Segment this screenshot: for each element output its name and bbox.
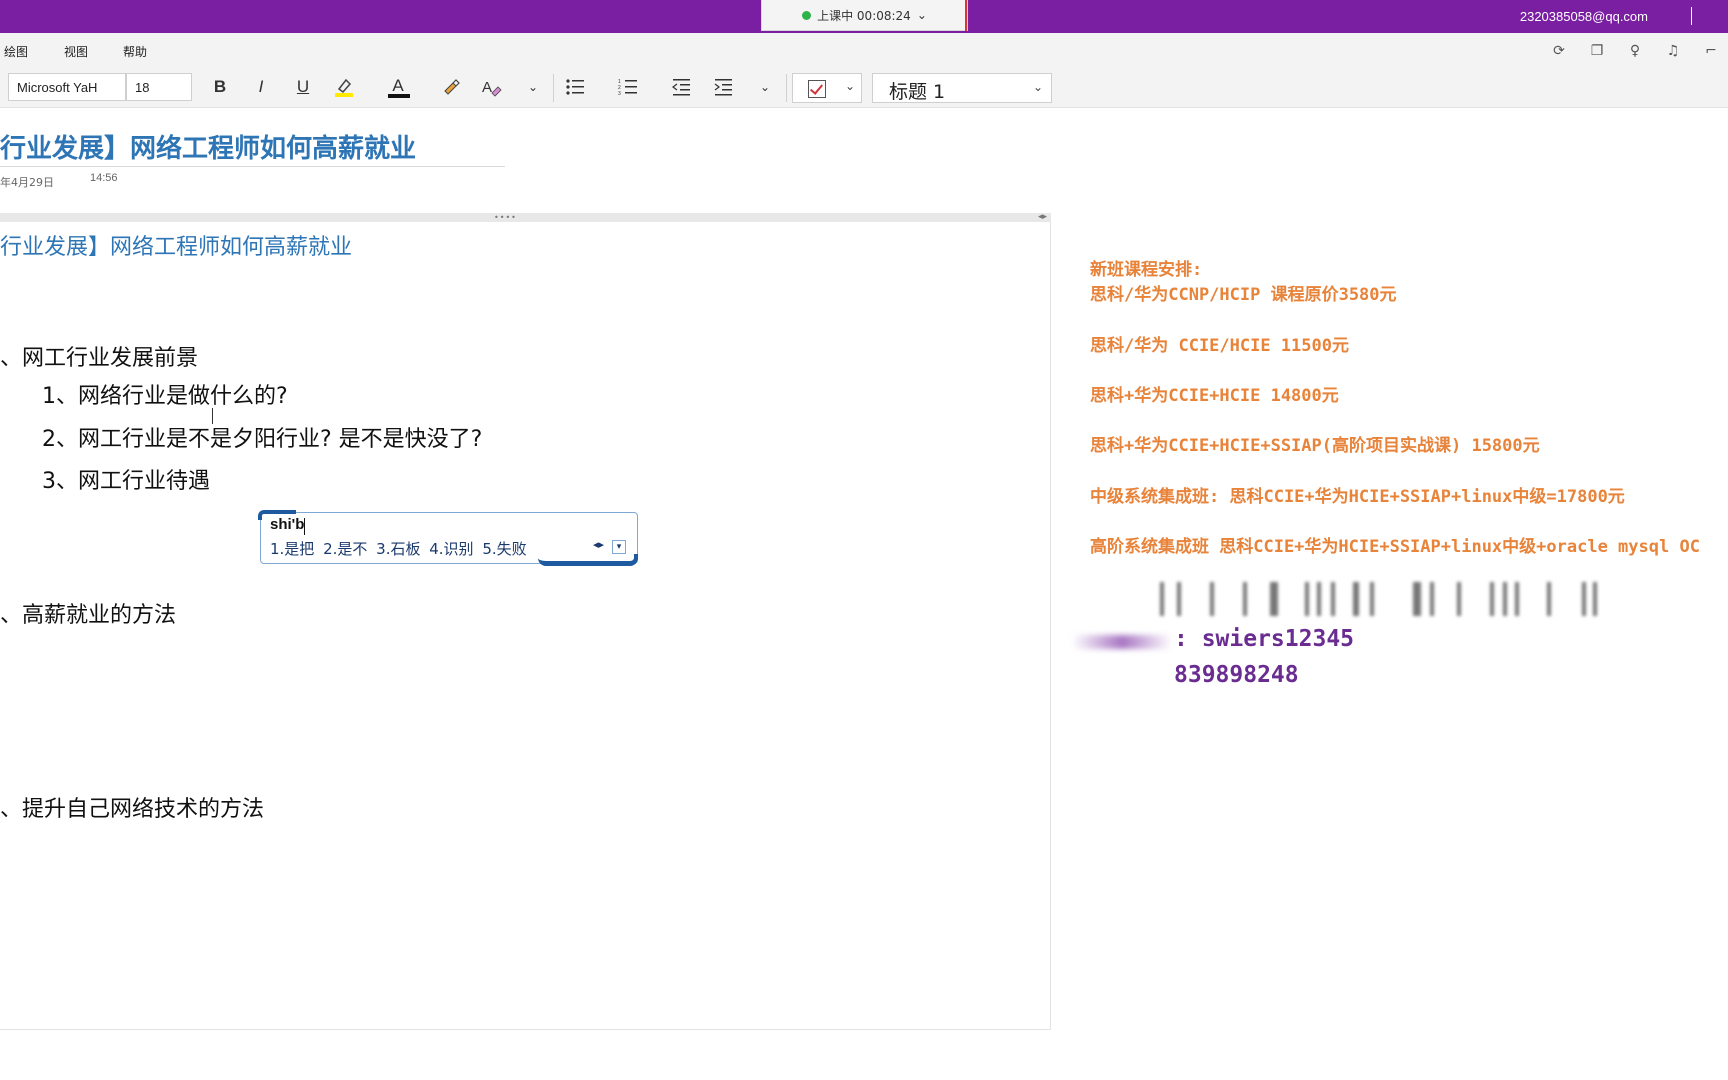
font-color-glyph: A xyxy=(392,76,404,95)
blurred-redaction xyxy=(1072,635,1172,649)
title-bar: 上课中 00:08:24 ⌄ 2320385058@qq.com xyxy=(0,0,1728,33)
menu-view[interactable]: 视图 xyxy=(64,43,88,60)
course-line[interactable]: 思科+华为CCIE+HCIE+SSIAP(高阶项目实战课) 15800元 xyxy=(1090,431,1540,456)
pill-edge xyxy=(965,0,967,31)
note-heading[interactable]: 行业发展】网络工程师如何高薪就业 xyxy=(0,229,352,261)
outline-sub-item-1[interactable]: 1、网络行业是做什么的? xyxy=(42,378,288,410)
menu-help[interactable]: 帮助 xyxy=(123,43,147,60)
meeting-status-text: 上课中 00:08:24 xyxy=(817,8,911,23)
course-line[interactable]: 思科/华为CCNP/HCIP 课程原价3580元 xyxy=(1090,280,1397,305)
outline-sub-item-3[interactable]: 3、网工行业待遇 xyxy=(42,463,210,495)
menu-draw[interactable]: 绘图 xyxy=(4,43,28,60)
contact-wechat[interactable]: : swiers12345 xyxy=(1174,626,1354,652)
chevron-down-icon: ⌄ xyxy=(1032,80,1043,94)
toolbar-divider xyxy=(786,74,787,102)
svg-text:3: 3 xyxy=(618,91,621,96)
chevron-down-icon: ⌄ xyxy=(844,79,855,93)
numbered-list-button[interactable]: 1 2 3 xyxy=(615,75,641,99)
formatting-toolbar: Microsoft YaH 18 B I U A A ⌄ 1 2 3 ⌄ ⌄ 标… xyxy=(0,66,1728,108)
meeting-status-pill[interactable]: 上课中 00:08:24 ⌄ xyxy=(761,0,968,31)
ime-candidates[interactable]: 1.是把 2.是不 3.石板 4.识别 5.失败 xyxy=(270,538,527,559)
format-painter-button[interactable] xyxy=(438,75,464,99)
outdent-icon xyxy=(672,79,690,96)
font-size-field[interactable]: 18 xyxy=(126,73,192,101)
decrease-indent-button[interactable] xyxy=(668,75,694,99)
recording-dot-icon xyxy=(802,10,812,20)
ime-frame-corner xyxy=(538,554,638,566)
indent-icon xyxy=(714,79,732,96)
blurred-redaction xyxy=(1095,582,1605,620)
outline-sub-item-2[interactable]: 2、网工行业是不是夕阳行业? 是不是快没了? xyxy=(42,421,482,453)
highlight-button[interactable] xyxy=(331,75,357,99)
bold-button[interactable]: B xyxy=(207,75,233,99)
highlighter-icon xyxy=(335,78,353,97)
resize-arrows-icon[interactable]: ◂▸ xyxy=(1038,212,1047,222)
bell-icon[interactable]: ♫ xyxy=(1662,41,1684,61)
font-name-field[interactable]: Microsoft YaH xyxy=(8,73,126,101)
menu-icon-group: ⟳ ❐ ♀ ♫ ⌐ xyxy=(1548,41,1728,61)
share-icon[interactable]: ⌐ xyxy=(1700,41,1722,61)
page-title[interactable]: 行业发展】网络工程师如何高薪就业 xyxy=(0,128,416,165)
more-paragraph-chevron-icon[interactable]: ⌄ xyxy=(752,75,778,99)
paragraph-style-select[interactable]: 标题 1 ⌄ xyxy=(872,73,1052,103)
drag-grip-icon[interactable]: •••• xyxy=(494,214,517,222)
ime-page-arrows-icon[interactable]: ◂▸ xyxy=(593,538,604,551)
bullet-list-icon xyxy=(566,79,584,95)
page-date: 年4月29日 xyxy=(0,176,54,189)
numbered-list-icon: 1 2 3 xyxy=(618,79,637,96)
paintbrush-icon xyxy=(444,79,460,95)
course-line[interactable]: 中级系统集成班: 思科CCIE+华为HCIE+SSIAP+linux中级=178… xyxy=(1090,482,1625,507)
outline-section-3[interactable]: 、提升自己网络技术的方法 xyxy=(0,791,264,823)
title-divider xyxy=(0,166,505,167)
note-container-handle[interactable]: •••• ◂▸ xyxy=(0,212,1051,222)
style-value: 标题 1 xyxy=(889,81,946,103)
course-line[interactable]: 思科+华为CCIE+HCIE 14800元 xyxy=(1090,381,1339,406)
svg-text:A: A xyxy=(482,79,492,96)
font-color-button[interactable]: A xyxy=(385,75,411,99)
sync-icon[interactable]: ⟳ xyxy=(1548,41,1570,61)
notebook-icon[interactable]: ❐ xyxy=(1586,41,1608,61)
clear-format-icon: A xyxy=(482,79,502,97)
checkbox-icon xyxy=(808,80,826,98)
italic-button[interactable]: I xyxy=(248,75,274,99)
font-color-icon: A xyxy=(388,76,411,98)
increase-indent-button[interactable] xyxy=(710,75,736,99)
ime-candidate-window[interactable]: shi'b 1.是把 2.是不 3.石板 4.识别 5.失败 ◂▸ ▾ xyxy=(258,510,638,566)
course-line[interactable]: 高阶系统集成班 思科CCIE+华为HCIE+SSIAP+linux中级+orac… xyxy=(1090,532,1700,557)
ime-expand-icon[interactable]: ▾ xyxy=(612,540,626,554)
todo-tag-button[interactable]: ⌄ xyxy=(792,73,862,103)
titlebar-divider xyxy=(1691,7,1692,25)
account-email[interactable]: 2320385058@qq.com xyxy=(1520,9,1648,24)
ime-composition: shi'b xyxy=(270,516,305,533)
lightbulb-icon[interactable]: ♀ xyxy=(1624,41,1646,61)
outline-section-1[interactable]: 、网工行业发展前景 xyxy=(0,340,198,372)
more-format-chevron-icon[interactable]: ⌄ xyxy=(520,75,546,99)
contact-qq[interactable]: 839898248 xyxy=(1174,662,1299,688)
ime-caret xyxy=(304,518,305,535)
page-time: 14:56 xyxy=(90,172,118,184)
bullet-list-button[interactable] xyxy=(562,75,588,99)
course-line[interactable]: 思科/华为 CCIE/HCIE 11500元 xyxy=(1090,331,1349,356)
chevron-down-icon: ⌄ xyxy=(916,8,927,22)
clear-formatting-button[interactable]: A xyxy=(479,75,505,99)
menu-bar: 绘图 视图 帮助 ⟳ ❐ ♀ ♫ ⌐ xyxy=(0,33,1728,66)
course-heading[interactable]: 新班课程安排: xyxy=(1090,255,1202,280)
toolbar-divider xyxy=(553,74,554,102)
outline-section-2[interactable]: 、高薪就业的方法 xyxy=(0,597,176,629)
underline-button[interactable]: U xyxy=(290,75,316,99)
i-beam-cursor-icon xyxy=(212,408,213,424)
